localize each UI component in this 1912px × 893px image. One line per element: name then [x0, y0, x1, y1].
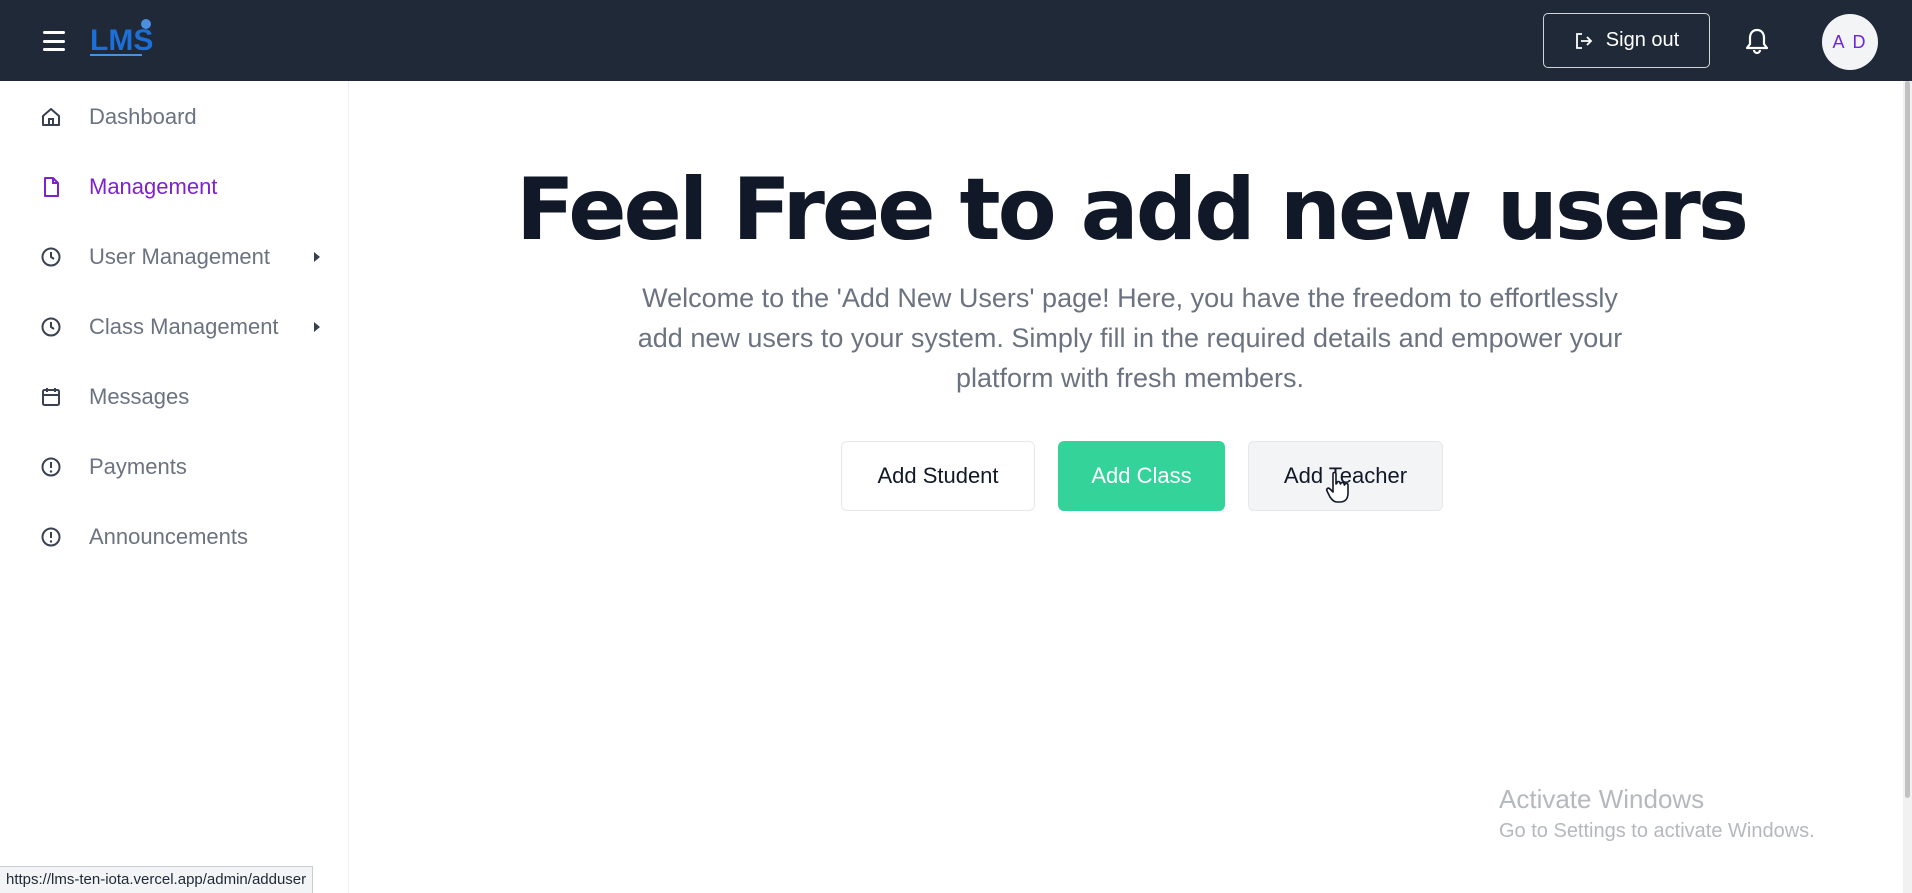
sidebar-item-label: Messages: [89, 384, 190, 409]
hand-pointer-icon: [1325, 471, 1349, 503]
home-icon: [42, 108, 60, 126]
caret-right-icon: [314, 252, 320, 262]
alert-circle-icon: [41, 527, 61, 547]
clock-icon: [41, 247, 61, 267]
add-class-button[interactable]: Add Class: [1058, 441, 1225, 511]
alert-circle-icon: [41, 457, 61, 477]
sidebar-item-dashboard[interactable]: Dashboard: [0, 93, 349, 141]
main-content: Feel Free to add new users Welcome to th…: [350, 81, 1912, 893]
top-navbar: LMS Sign out A D: [0, 0, 1912, 81]
calendar-icon: [42, 388, 60, 406]
logo-text: LMS: [90, 24, 153, 57]
sidebar-item-user-management[interactable]: User Management: [0, 233, 349, 281]
sign-out-label: Sign out: [1605, 29, 1680, 51]
user-avatar[interactable]: A D: [1822, 14, 1878, 70]
sidebar-item-label: Payments: [89, 454, 187, 479]
windows-activation-title: Activate Windows: [1499, 784, 1705, 814]
sidebar-item-announcements[interactable]: Announcements: [0, 513, 349, 561]
sign-out-icon: [1575, 32, 1593, 49]
status-bar-url: https://lms-ten-iota.vercel.app/admin/ad…: [0, 866, 314, 893]
lms-logo[interactable]: LMS: [88, 18, 158, 62]
notification-bell-icon[interactable]: [1742, 26, 1772, 56]
hamburger-menu-icon[interactable]: [40, 28, 68, 54]
document-icon: [44, 177, 59, 197]
clock-icon: [41, 317, 61, 337]
caret-right-icon: [314, 322, 320, 332]
sidebar: Dashboard Management User Management Cla…: [0, 81, 349, 893]
sidebar-item-label: Management: [89, 174, 218, 199]
sidebar-item-class-management[interactable]: Class Management: [0, 303, 349, 351]
sidebar-item-label: Dashboard: [89, 104, 197, 129]
sidebar-item-payments[interactable]: Payments: [0, 443, 349, 491]
sidebar-item-label: Announcements: [89, 524, 248, 549]
sidebar-item-management[interactable]: Management: [0, 163, 349, 211]
scrollbar-thumb[interactable]: [1905, 81, 1910, 798]
sidebar-item-label: Class Management: [89, 314, 279, 339]
page-headline: Feel Free to add new users: [515, 160, 1749, 260]
windows-activation-subtitle: Go to Settings to activate Windows.: [1499, 820, 1815, 842]
add-student-button[interactable]: Add Student: [841, 441, 1035, 511]
sidebar-item-label: User Management: [89, 244, 270, 269]
page-intro: Welcome to the 'Add New Users' page! Her…: [637, 283, 1623, 393]
sidebar-item-messages[interactable]: Messages: [0, 373, 349, 421]
sign-out-button[interactable]: Sign out: [1543, 13, 1710, 68]
